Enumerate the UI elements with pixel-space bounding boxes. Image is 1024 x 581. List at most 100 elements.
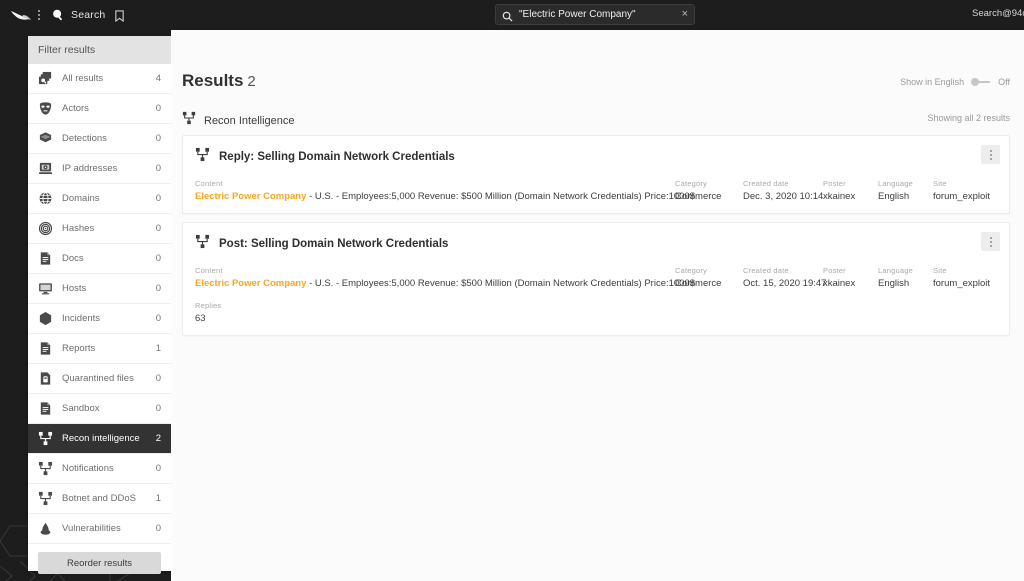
sidebar-item-label: Notifications	[62, 463, 114, 474]
sidebar-item-hashes[interactable]: Hashes 0	[28, 214, 171, 244]
show-in-english-toggle[interactable]	[971, 78, 991, 86]
lock-file-icon	[37, 370, 54, 387]
section-header-name: Recon Intelligence	[204, 114, 295, 127]
result-card-title-row: Reply: Selling Domain Network Credential…	[195, 147, 997, 167]
network-nodes-icon	[37, 490, 54, 507]
sidebar-item-hosts[interactable]: Hosts 0	[28, 274, 171, 304]
result-card-title-row: Post: Selling Domain Network Credentials	[195, 234, 997, 254]
sidebar-item-incidents[interactable]: Incidents 0	[28, 304, 171, 334]
sidebar-item-label: Hosts	[62, 283, 87, 294]
reorder-results-button[interactable]: Reorder results	[38, 552, 161, 574]
app-root: Search "Electric Power Company" × Search…	[0, 0, 1024, 581]
field-site: Site forum_exploit	[933, 266, 990, 289]
sidebar-item-botnet-and-ddos[interactable]: Botnet and DDoS 1	[28, 484, 171, 514]
content-highlight: Electric Power Company	[195, 191, 307, 202]
sidebar-item-count: 0	[155, 253, 161, 264]
sidebar-item-sandbox[interactable]: Sandbox 0	[28, 394, 171, 424]
sidebar-item-actors[interactable]: Actors 0	[28, 94, 171, 124]
field-label-content: Content	[195, 266, 223, 275]
bookmark-icon[interactable]	[114, 9, 126, 22]
sidebar-item-count: 0	[155, 103, 161, 114]
ip-address-icon	[37, 160, 54, 177]
sidebar-item-all-results[interactable]: All results 4	[28, 64, 171, 94]
search-icon[interactable]	[50, 7, 66, 23]
network-nodes-icon	[37, 460, 54, 477]
sidebar-item-count: 0	[155, 283, 161, 294]
page-title-text: Results	[182, 71, 244, 90]
sidebar-item-label: IP addresses	[62, 163, 118, 174]
sidebar-item-vulnerabilities[interactable]: Vulnerabilities 0	[28, 514, 171, 544]
sidebar-item-ip-addresses[interactable]: IP addresses 0	[28, 154, 171, 184]
field-category: Category Commerce	[675, 179, 743, 202]
sidebar-item-label: Domains	[62, 193, 100, 204]
result-fields: Content Electric Power Company - U.S. - E…	[195, 266, 997, 289]
result-card[interactable]: Post: Selling Domain Network Credentials…	[182, 222, 1010, 336]
field-language: Language English	[878, 266, 933, 289]
hexagon-icon	[37, 310, 54, 327]
field-created-date: Created date Oct. 15, 2020 19:47	[743, 266, 826, 289]
field-label-category: Category	[675, 179, 708, 188]
field-site: Site forum_exploit	[933, 179, 990, 202]
field-content: Content Electric Power Company - U.S. - E…	[195, 179, 695, 202]
kebab-menu-icon[interactable]	[32, 10, 46, 20]
field-label-poster: Poster	[823, 179, 846, 188]
sidebar-item-count: 0	[155, 463, 161, 474]
field-value-site[interactable]: forum_exploit	[933, 278, 990, 289]
sidebar-item-count: 0	[155, 163, 161, 174]
account-label[interactable]: Search@94c	[972, 8, 1024, 19]
bird-logo-icon[interactable]	[10, 7, 32, 23]
sidebar-item-reports[interactable]: Reports 1	[28, 334, 171, 364]
search-input-value[interactable]: "Electric Power Company"	[519, 9, 682, 20]
sidebar-item-notifications[interactable]: Notifications 0	[28, 454, 171, 484]
show-in-english-state: Off	[998, 77, 1010, 87]
sidebar-item-quarantined-files[interactable]: Quarantined files 0	[28, 364, 171, 394]
field-value-content: Electric Power Company - U.S. - Employee…	[195, 191, 695, 202]
vulnerability-icon	[37, 520, 54, 537]
sandbox-icon	[37, 400, 54, 417]
sidebar-item-detections[interactable]: Detections 0	[28, 124, 171, 154]
network-nodes-icon	[37, 430, 54, 447]
toggle-track	[979, 81, 991, 83]
all-results-icon	[37, 70, 54, 87]
top-search-label[interactable]: Search	[71, 9, 105, 21]
result-card-menu-button[interactable]	[981, 232, 1000, 251]
field-created-date: Created date Dec. 3, 2020 10:14	[743, 179, 823, 202]
search-input[interactable]: "Electric Power Company" ×	[495, 4, 695, 25]
sidebar-item-count: 0	[155, 523, 161, 534]
content-rest: - U.S. - Employees:5,000 Revenue: $500 M…	[306, 278, 696, 289]
result-card-menu-button[interactable]	[981, 145, 1000, 164]
field-value-site[interactable]: forum_exploit	[933, 191, 990, 202]
result-card-list: Reply: Selling Domain Network Credential…	[182, 135, 1010, 344]
sidebar-item-count: 0	[155, 133, 161, 144]
result-title[interactable]: Reply: Selling Domain Network Credential…	[219, 151, 455, 163]
field-label-site: Site	[933, 266, 947, 275]
content-highlight: Electric Power Company	[195, 278, 307, 289]
sidebar-item-count: 0	[155, 193, 161, 204]
field-label-language: Language	[878, 266, 913, 275]
field-value-replies: 63	[195, 313, 206, 324]
results-main-area: Results 2 Show in English Off Recon Intel…	[171, 30, 1024, 581]
sidebar-item-count: 0	[155, 223, 161, 234]
field-value-category: Commerce	[675, 191, 722, 202]
field-label-site: Site	[933, 179, 947, 188]
field-category: Category Commerce	[675, 266, 743, 289]
detections-icon	[37, 130, 54, 147]
sidebar-item-recon-intelligence[interactable]: Recon intelligence 2	[28, 424, 171, 454]
sidebar-item-count: 1	[155, 343, 161, 354]
show-in-english-control[interactable]: Show in English Off	[900, 77, 1010, 87]
field-poster: Poster xkainex	[823, 179, 878, 202]
network-nodes-icon	[195, 147, 210, 167]
result-card[interactable]: Reply: Selling Domain Network Credential…	[182, 135, 1010, 214]
field-content: Content Electric Power Company - U.S. - E…	[195, 266, 695, 289]
report-icon	[37, 340, 54, 357]
clear-search-icon[interactable]: ×	[682, 9, 688, 20]
fingerprint-icon	[37, 220, 54, 237]
sidebar-item-label: Detections	[62, 133, 107, 144]
field-language: Language English	[878, 179, 933, 202]
field-replies: Replies 63	[195, 301, 997, 324]
sidebar-item-domains[interactable]: Domains 0	[28, 184, 171, 214]
sidebar-item-count: 0	[155, 313, 161, 324]
section-header-recon-intelligence: Recon Intelligence	[182, 111, 295, 130]
sidebar-item-docs[interactable]: Docs 0	[28, 244, 171, 274]
result-title[interactable]: Post: Selling Domain Network Credentials	[219, 238, 448, 250]
